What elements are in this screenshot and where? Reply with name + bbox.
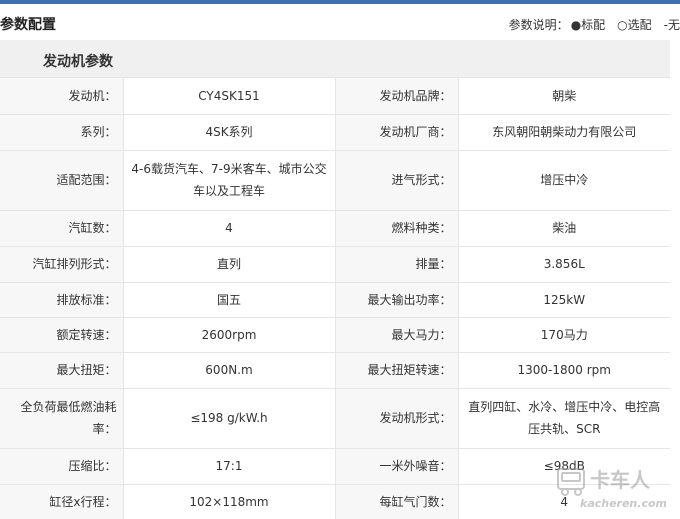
param-value: 2600rpm <box>123 317 336 353</box>
param-label: 额定转速： <box>0 317 124 353</box>
engine-params-table: 发动机： CY4SK151 发动机品牌： 朝柴 系列： 4SK系列 发动机厂商：… <box>0 78 670 519</box>
param-value: 3.856L <box>458 246 670 283</box>
param-value: 直列 <box>123 246 336 283</box>
param-label: 燃料种类： <box>335 210 459 247</box>
param-value: 东风朝阳朝柴动力有限公司 <box>458 114 670 151</box>
truck-icon <box>557 468 585 496</box>
page-header: 参数配置 参数说明： ●标配 ○选配 -无 <box>0 4 680 40</box>
param-value: 600N.m <box>123 352 336 389</box>
param-value: 4 <box>123 210 336 247</box>
param-value: 直列四缸、水冷、增压中冷、电控高压共轨、SCR <box>458 388 670 449</box>
param-value: 4SK系列 <box>123 114 336 151</box>
param-value: ≤198 g/kW.h <box>123 388 336 449</box>
param-label: 最大输出功率： <box>335 282 459 318</box>
param-label: 发动机品牌： <box>335 78 459 115</box>
table-row: 最大扭矩： 600N.m 最大扭矩转速： 1300-1800 rpm <box>0 352 670 389</box>
param-label: 汽缸排列形式： <box>0 246 124 283</box>
param-value: 17:1 <box>123 448 336 485</box>
param-value: 柴油 <box>458 210 670 247</box>
legend-label: 参数说明： <box>508 18 569 32</box>
table-row: 适配范围： 4-6载货汽车、7-9米客车、城市公交车以及工程车 进气形式： 增压… <box>0 150 670 211</box>
page-title: 参数配置 <box>0 17 56 33</box>
table-row: 汽缸排列形式： 直列 排量： 3.856L <box>0 246 670 283</box>
param-label: 每缸气门数： <box>335 484 459 519</box>
table-row: 发动机： CY4SK151 发动机品牌： 朝柴 <box>0 78 670 115</box>
param-label: 适配范围： <box>0 150 124 211</box>
param-value: 朝柴 <box>458 78 670 115</box>
watermark-logo: 卡车人 kacheren.com <box>557 468 666 510</box>
table-row: 系列： 4SK系列 发动机厂商： 东风朝阳朝柴动力有限公司 <box>0 114 670 151</box>
param-label: 发动机： <box>0 78 124 115</box>
legend-none: -无 <box>663 18 680 32</box>
watermark-domain: kacheren.com <box>580 497 666 510</box>
param-value: 170马力 <box>458 317 670 353</box>
param-label: 最大扭矩： <box>0 352 124 389</box>
param-value: 125kW <box>458 282 670 318</box>
table-row: 额定转速： 2600rpm 最大马力： 170马力 <box>0 317 670 353</box>
section-header: 发动机参数 <box>0 40 670 78</box>
table-row: 全负荷最低燃油耗率： ≤198 g/kW.h 发动机形式： 直列四缸、水冷、增压… <box>0 388 670 449</box>
param-label: 最大扭矩转速： <box>335 352 459 389</box>
param-label: 压缩比： <box>0 448 124 485</box>
table-row: 汽缸数： 4 燃料种类： 柴油 <box>0 210 670 247</box>
param-label: 排量： <box>335 246 459 283</box>
param-value: 增压中冷 <box>458 150 670 211</box>
param-label: 发动机厂商： <box>335 114 459 151</box>
watermark-text: 卡车人 <box>590 468 651 492</box>
param-label: 最大马力： <box>335 317 459 353</box>
param-label: 系列： <box>0 114 124 151</box>
param-label: 汽缸数： <box>0 210 124 247</box>
param-label: 进气形式： <box>335 150 459 211</box>
param-label: 排放标准： <box>0 282 124 318</box>
table-row: 排放标准： 国五 最大输出功率： 125kW <box>0 282 670 318</box>
legend-standard: ●标配 <box>570 18 606 32</box>
param-value: 4-6载货汽车、7-9米客车、城市公交车以及工程车 <box>123 150 336 211</box>
legend: 参数说明： ●标配 ○选配 -无 <box>509 16 680 33</box>
param-value: CY4SK151 <box>123 78 336 115</box>
legend-optional: ○选配 <box>617 18 652 32</box>
param-label: 发动机形式： <box>335 388 459 449</box>
param-label: 全负荷最低燃油耗率： <box>0 388 124 449</box>
param-value: 国五 <box>123 282 336 318</box>
param-value: 1300-1800 rpm <box>458 352 670 389</box>
param-label: 缸径x行程： <box>0 484 124 519</box>
section-title: 发动机参数 <box>43 54 113 70</box>
param-value: 102×118mm <box>123 484 336 519</box>
param-label: 一米外噪音： <box>335 448 459 485</box>
